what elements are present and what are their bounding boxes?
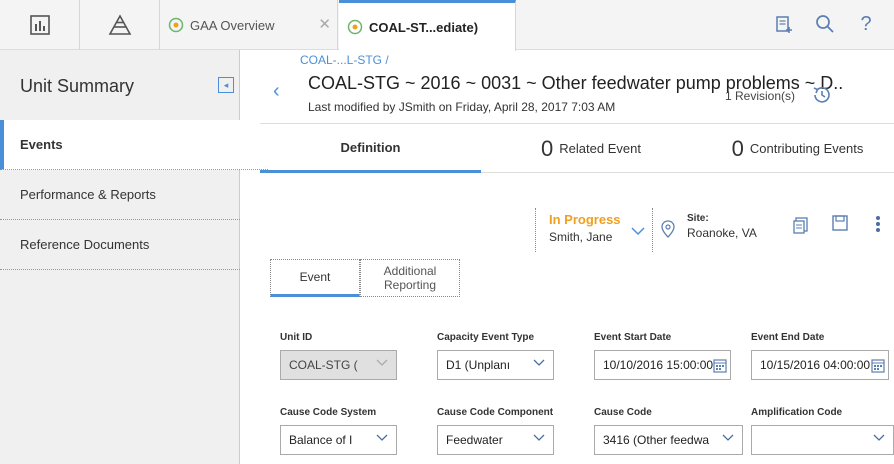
save-icon bbox=[832, 215, 848, 231]
main-content: COAL-...L-STG / ‹ COAL-STG ~ 2016 ~ 0031… bbox=[241, 50, 894, 464]
dashboard-button[interactable] bbox=[0, 0, 80, 50]
tab-gaa-overview[interactable]: GAA Overview ✕ bbox=[160, 0, 338, 50]
event-end-date-field[interactable]: 10/15/2016 04:00:00 bbox=[751, 350, 889, 380]
sidebar-item-label: Performance & Reports bbox=[20, 187, 156, 202]
gauge-icon bbox=[168, 17, 184, 33]
site-value: Roanoke, VA bbox=[687, 226, 757, 240]
capacity-event-type-select[interactable]: D1 (Unplanı bbox=[437, 350, 554, 380]
cause-code-label: Cause Code bbox=[594, 407, 652, 418]
field-value: COAL-STG ( bbox=[289, 358, 358, 372]
unit-id-label: Unit ID bbox=[280, 332, 313, 343]
event-start-date-label: Event Start Date bbox=[594, 332, 672, 343]
history-icon bbox=[813, 87, 830, 103]
cause-code-system-label: Cause Code System bbox=[280, 407, 377, 418]
amplification-code-label: Amplification Code bbox=[751, 407, 843, 418]
state-owner: Smith, Jane bbox=[549, 230, 613, 244]
contributing-event-count: 0 bbox=[731, 135, 744, 161]
copy-document-icon bbox=[793, 217, 808, 234]
top-bar: GAA Overview ✕ COAL-ST...ediate) ? bbox=[0, 0, 894, 51]
field-value: Feedwater bbox=[446, 433, 503, 447]
tab-contributing-events[interactable]: 0 Contributing Events bbox=[701, 124, 894, 173]
chevron-left-icon: ‹ bbox=[273, 80, 280, 102]
calendar-icon[interactable] bbox=[713, 357, 727, 373]
state-assignment[interactable]: In Progress Smith, Jane bbox=[535, 208, 653, 252]
tab-label: Event bbox=[299, 270, 331, 284]
chevron-down-icon bbox=[533, 359, 545, 367]
chevron-down-icon bbox=[533, 434, 545, 442]
related-event-count: 0 bbox=[541, 135, 554, 161]
sidebar-item-events[interactable]: Events bbox=[0, 120, 268, 170]
pyramid-icon bbox=[108, 14, 131, 35]
cause-code-system-select[interactable]: Balance of I bbox=[280, 425, 397, 455]
clipboard-add-icon bbox=[776, 16, 792, 33]
kebab-menu-icon bbox=[876, 216, 880, 232]
sidebar-item-label: Events bbox=[20, 137, 63, 152]
chevron-down-icon bbox=[873, 434, 885, 442]
field-value: Balance of I bbox=[289, 433, 353, 447]
tab-related-event[interactable]: 0 Related Event bbox=[481, 124, 701, 173]
tab-label: Related Event bbox=[559, 141, 641, 156]
help-button[interactable]: ? bbox=[854, 12, 878, 36]
tab-coal-stg[interactable]: COAL-ST...ediate) bbox=[339, 0, 516, 51]
calendar-icon[interactable] bbox=[871, 357, 885, 373]
field-value: 10/15/2016 04:00:00 bbox=[760, 358, 871, 372]
site-label: Site: bbox=[687, 213, 709, 224]
cause-code-component-label: Cause Code Component bbox=[437, 407, 554, 418]
field-value: 3416 (Other feedwa bbox=[603, 433, 710, 447]
tab-additional-reporting[interactable]: Additional Reporting bbox=[360, 259, 460, 297]
field-value: D1 (Unplanı bbox=[446, 358, 511, 372]
more-options-button[interactable] bbox=[875, 215, 881, 238]
tab-label: Contributing Events bbox=[749, 141, 864, 156]
gauge-icon bbox=[347, 19, 363, 35]
search-button[interactable] bbox=[813, 12, 837, 36]
field-value: 10/10/2016 15:00:00 bbox=[603, 358, 714, 372]
cause-code-component-select[interactable]: Feedwater bbox=[437, 425, 554, 455]
tab-event[interactable]: Event bbox=[270, 259, 360, 297]
tab-label: Definition bbox=[340, 139, 401, 155]
tab-label: Additional Reporting bbox=[383, 264, 437, 292]
sidebar-item-reference-documents[interactable]: Reference Documents bbox=[0, 220, 240, 270]
chevron-down-icon bbox=[376, 359, 388, 366]
close-icon[interactable]: ✕ bbox=[318, 15, 331, 33]
last-modified: Last modified by JSmith on Friday, April… bbox=[308, 100, 616, 114]
back-button[interactable]: ‹ bbox=[273, 80, 280, 103]
event-end-date-label: Event End Date bbox=[751, 332, 825, 343]
cause-code-select[interactable]: 3416 (Other feedwa bbox=[594, 425, 743, 455]
save-button[interactable] bbox=[831, 214, 849, 237]
collapse-sidebar-button[interactable]: ◂ bbox=[218, 77, 234, 93]
amplification-code-select[interactable] bbox=[751, 425, 894, 455]
chevron-down-icon bbox=[722, 434, 734, 442]
chevron-down-icon bbox=[376, 434, 388, 442]
add-note-button[interactable] bbox=[772, 12, 796, 36]
status-badge: In Progress bbox=[549, 212, 621, 227]
breadcrumb[interactable]: COAL-...L-STG / bbox=[300, 53, 389, 67]
section-tabs: Definition 0 Related Event 0 Contributin… bbox=[260, 123, 894, 173]
search-icon bbox=[816, 15, 834, 33]
home-button[interactable] bbox=[80, 0, 160, 50]
location-pin-icon bbox=[661, 220, 675, 238]
tab-label: COAL-ST...ediate) bbox=[369, 19, 479, 35]
tab-label: GAA Overview bbox=[190, 17, 275, 33]
tab-definition[interactable]: Definition bbox=[260, 124, 481, 173]
copy-button[interactable] bbox=[792, 216, 810, 239]
sidebar-item-performance-reports[interactable]: Performance & Reports bbox=[0, 170, 240, 220]
sidebar: Unit Summary ◂ Events Performance & Repo… bbox=[0, 50, 268, 464]
chevron-left-icon: ◂ bbox=[223, 79, 229, 90]
revision-history-button[interactable] bbox=[811, 84, 833, 111]
sidebar-title: Unit Summary bbox=[20, 76, 135, 96]
revision-count: 1 Revision(s) bbox=[725, 89, 796, 103]
help-icon: ? bbox=[860, 12, 872, 35]
sidebar-item-label: Reference Documents bbox=[20, 237, 150, 252]
unit-id-field: COAL-STG ( bbox=[280, 350, 397, 380]
chevron-down-icon[interactable] bbox=[631, 226, 645, 236]
event-start-date-field[interactable]: 10/10/2016 15:00:00 bbox=[594, 350, 731, 380]
capacity-event-type-label: Capacity Event Type bbox=[437, 332, 535, 343]
dashboard-icon bbox=[29, 15, 50, 35]
